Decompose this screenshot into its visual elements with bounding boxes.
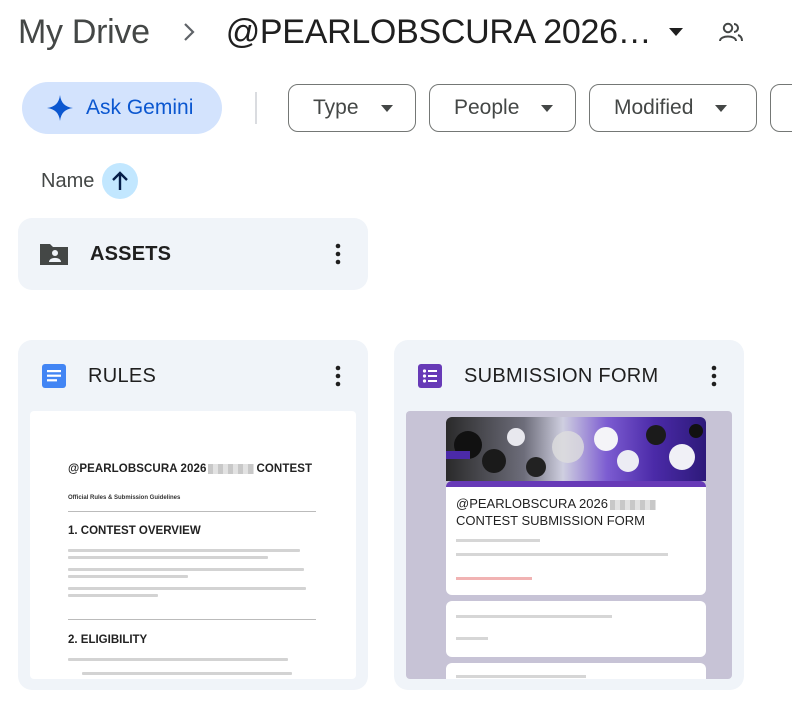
source-filter-chip[interactable]: S xyxy=(770,84,792,132)
preview-title-end: CONTEST xyxy=(256,463,313,475)
file-name: SUBMISSION FORM xyxy=(464,364,659,387)
file-card[interactable]: SUBMISSION FORM @PEARLOBSCURA 2026 CONTE… xyxy=(394,340,744,690)
preview-subtitle: Official Rules & Submission Guidelines xyxy=(68,495,181,501)
google-forms-icon xyxy=(418,364,442,388)
preview-title: @PEARLOBSCURA 2026 CONTEST xyxy=(68,463,312,475)
redacted-text xyxy=(208,463,255,474)
preview-text-line xyxy=(456,615,612,618)
form-header-banner-image xyxy=(446,417,706,481)
toolbar-divider xyxy=(255,92,257,124)
form-preview-title: @PEARLOBSCURA 2026 CONTEST SUBMISSION FO… xyxy=(456,495,696,529)
form-question-card xyxy=(446,663,706,679)
caret-down-icon xyxy=(379,100,395,116)
form-title-panel: @PEARLOBSCURA 2026 CONTEST SUBMISSION FO… xyxy=(446,481,706,595)
preview-text-line xyxy=(82,672,292,675)
sort-control: Name xyxy=(41,163,139,199)
preview-text-line xyxy=(68,658,288,661)
preview-text-line xyxy=(68,556,268,559)
folder-card[interactable]: ASSETS xyxy=(18,218,368,290)
caret-down-icon xyxy=(539,100,555,116)
filter-bar: Ask Gemini Type People Modified S xyxy=(22,82,792,134)
breadcrumb-my-drive[interactable]: My Drive xyxy=(18,13,150,52)
redacted-text xyxy=(609,499,656,510)
type-filter-chip[interactable]: Type xyxy=(288,84,416,132)
preview-text-line xyxy=(456,577,532,580)
file-card-header: SUBMISSION FORM xyxy=(416,362,659,390)
breadcrumb-current-folder[interactable]: @PEARLOBSCURA 2026… xyxy=(226,13,652,52)
preview-text-line xyxy=(456,553,668,556)
preview-title-start: @PEARLOBSCURA 2026 xyxy=(68,463,207,475)
modified-filter-label: Modified xyxy=(614,96,694,119)
more-options-icon[interactable] xyxy=(324,362,352,390)
preview-text-line xyxy=(68,549,300,552)
caret-down-icon[interactable] xyxy=(665,21,687,43)
file-name: RULES xyxy=(88,364,157,387)
document-preview-thumbnail[interactable]: @PEARLOBSCURA 2026 CONTEST Official Rules… xyxy=(30,411,356,679)
breadcrumb: My Drive @PEARLOBSCURA 2026… xyxy=(18,8,792,56)
form-title-line-1: @PEARLOBSCURA 2026 xyxy=(456,496,608,511)
preview-divider xyxy=(68,619,316,620)
people-filter-label: People xyxy=(454,96,520,119)
arrow-up-icon xyxy=(112,171,129,190)
ask-gemini-label: Ask Gemini xyxy=(86,96,194,119)
form-title-line-2: CONTEST SUBMISSION FORM xyxy=(456,513,645,528)
file-card[interactable]: RULES @PEARLOBSCURA 2026 CONTEST Official… xyxy=(18,340,368,690)
people-filter-chip[interactable]: People xyxy=(429,84,576,132)
sort-direction-button[interactable] xyxy=(102,163,139,199)
chevron-right-icon xyxy=(182,21,196,43)
preview-text-line xyxy=(68,575,188,578)
preview-divider xyxy=(68,511,316,512)
form-question-card xyxy=(446,601,706,657)
google-docs-icon xyxy=(42,364,66,388)
more-options-icon[interactable] xyxy=(700,362,728,390)
preview-text-line xyxy=(456,539,540,542)
shared-folder-icon xyxy=(40,244,68,265)
preview-heading-2: 2. ELIGIBILITY xyxy=(68,634,148,646)
gemini-sparkle-icon xyxy=(47,95,73,121)
caret-down-icon xyxy=(713,100,729,116)
sort-by-name-label[interactable]: Name xyxy=(41,170,94,193)
preview-text-line xyxy=(68,594,158,597)
preview-heading-1: 1. CONTEST OVERVIEW xyxy=(68,525,201,537)
ask-gemini-button[interactable]: Ask Gemini xyxy=(22,82,222,134)
more-options-icon[interactable] xyxy=(324,240,352,268)
preview-text-line xyxy=(456,675,586,678)
preview-text-line xyxy=(456,637,488,640)
shared-people-icon[interactable] xyxy=(717,18,745,46)
form-preview-thumbnail[interactable]: @PEARLOBSCURA 2026 CONTEST SUBMISSION FO… xyxy=(406,411,732,679)
type-filter-label: Type xyxy=(313,96,359,119)
folder-name: ASSETS xyxy=(90,242,172,265)
preview-text-line xyxy=(68,587,306,590)
preview-text-line xyxy=(68,568,304,571)
modified-filter-chip[interactable]: Modified xyxy=(589,84,757,132)
file-card-header: RULES xyxy=(40,362,156,390)
